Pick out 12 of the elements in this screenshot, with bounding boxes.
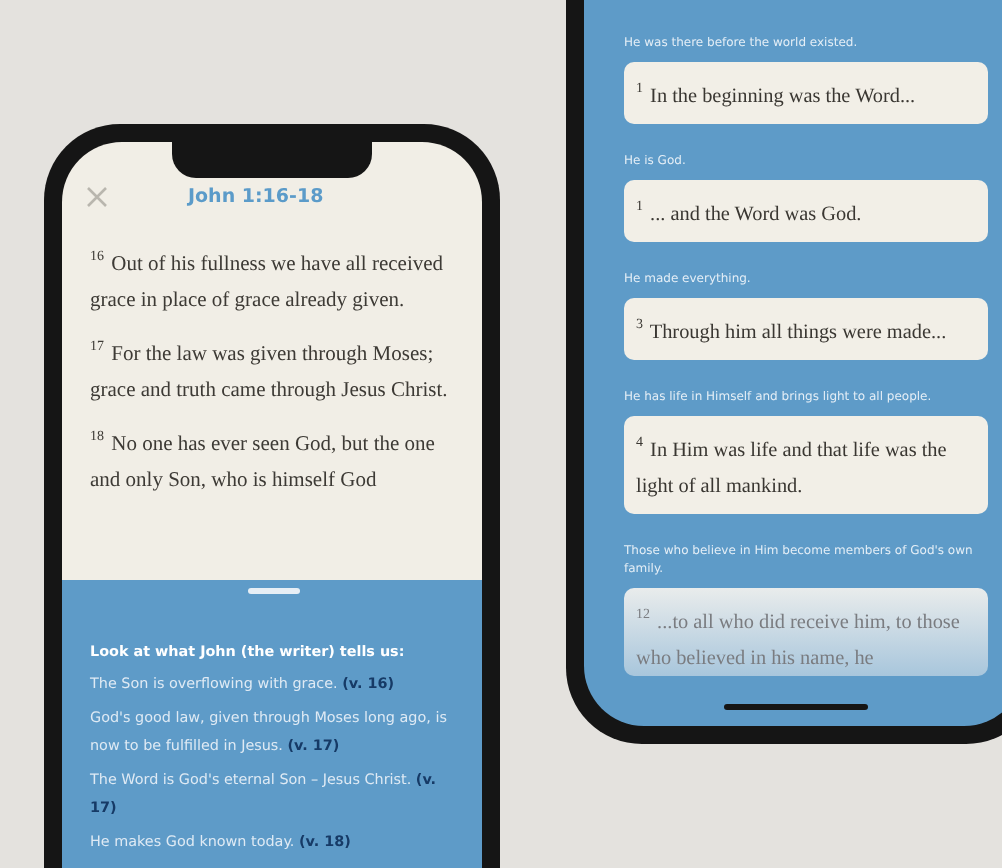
verse-text: $^{16}$ Out of his fullness we have all received grace in place of grace already given. (90, 246, 446, 315)
verse-text: $^{17}$ For the law was given through Moses; grace and truth came through Jesus Christ. (90, 336, 450, 405)
verse-text: $^{18}$ No one has ever seen God, but the one and only Son, who is himself God (90, 426, 437, 495)
verse-card: $^{4}$ In Him was life and that life was the light of all mankind. (624, 416, 988, 514)
verse-carousel-card[interactable]: $^{12}$ ...to all who did receive him, to those who believed in his name, he (624, 588, 988, 676)
close-icon[interactable] (86, 186, 108, 208)
home-indicator (724, 704, 868, 710)
drag-handle[interactable] (248, 588, 300, 594)
verse-card: $^{1}$ ... and the Word was God. (624, 180, 988, 242)
passage-title: John 1:16-18 (188, 186, 324, 208)
verse-card: $^{3}$ Through him all things were made... (624, 298, 988, 360)
verse-card: $^{1}$ In the beginning was the Word... (624, 62, 988, 124)
